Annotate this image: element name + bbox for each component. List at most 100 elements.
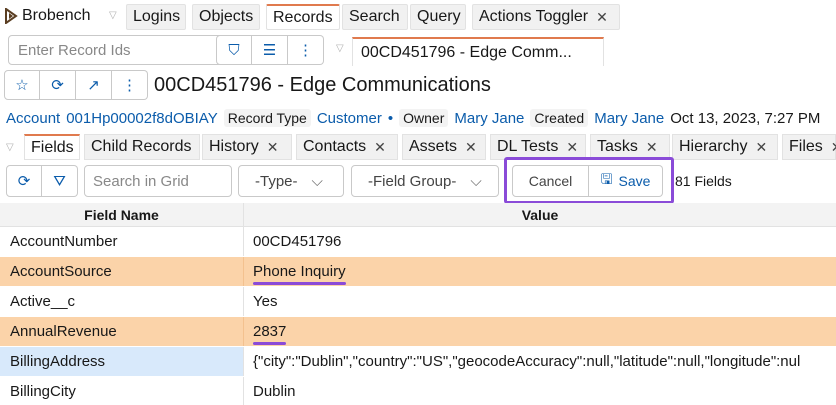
object-link[interactable]: Account — [6, 110, 60, 127]
value-cell[interactable]: Dublin — [244, 377, 836, 405]
field-name-cell[interactable]: AnnualRevenue — [0, 317, 244, 346]
list-button[interactable]: ☰ — [252, 35, 288, 65]
more-vertical-icon: ⋮ — [122, 77, 137, 94]
modified-value: 2837 — [253, 323, 287, 345]
tab-files[interactable]: Files ✕ — [782, 134, 836, 160]
bookmark-button[interactable]: ⛉ — [216, 35, 252, 65]
more-button[interactable]: ⋮ — [112, 70, 148, 100]
tab-label: Actions Toggler — [479, 8, 589, 25]
record-title: 00CD451796 - Edge Communications — [154, 74, 491, 96]
table-row[interactable]: BillingAddress {"city":"Dublin","country… — [0, 347, 836, 377]
chevron-down-icon: ⌵ — [470, 172, 482, 190]
close-icon[interactable]: ✕ — [596, 9, 608, 26]
tab-objects[interactable]: Objects — [192, 4, 260, 30]
brobench-logo-icon — [5, 8, 18, 24]
tab-fields[interactable]: Fields — [24, 134, 80, 160]
filter-icon: ⛛ — [53, 172, 66, 190]
save-label: Save — [618, 173, 651, 189]
record-meta: Account 001Hp00002f8dOBIAY Record Type C… — [6, 108, 820, 128]
brand[interactable]: Brobench — [4, 5, 91, 27]
value-cell[interactable]: 2837 — [244, 317, 836, 346]
field-count: 81 Fields — [675, 173, 732, 189]
field-name-cell[interactable]: Active__c — [0, 287, 244, 316]
record-id-link[interactable]: 001Hp00002f8dOBIAY — [66, 110, 218, 127]
field-name-cell[interactable]: AccountSource — [0, 257, 244, 286]
tab-child-records[interactable]: Child Records — [84, 134, 200, 160]
input-placeholder: Search in Grid — [93, 172, 189, 190]
bookmark-icon: ⛉ — [228, 41, 240, 59]
column-header-value[interactable]: Value — [244, 203, 836, 226]
save-button[interactable]: 🖫 Save — [589, 165, 663, 197]
tab-label: Logins — [133, 8, 181, 25]
table-row[interactable]: Active__c Yes — [0, 287, 836, 317]
close-icon[interactable]: ✕ — [755, 139, 767, 156]
value-cell[interactable]: 00CD451796 — [244, 227, 836, 256]
input-placeholder: Enter Record Ids — [18, 41, 131, 59]
column-header-field-name[interactable]: Field Name — [0, 203, 244, 226]
brand-name: Brobench — [22, 7, 91, 24]
table-row[interactable]: AccountSource Phone Inquiry — [0, 257, 836, 287]
refresh-icon: ⟳ — [51, 77, 64, 94]
grid-search-input[interactable]: Search in Grid — [84, 165, 232, 197]
value-cell[interactable]: Yes — [244, 287, 836, 316]
chevron-down-icon[interactable]: ▽ — [6, 142, 14, 153]
field-name-cell[interactable]: BillingAddress — [0, 347, 244, 376]
tab-assets[interactable]: Assets ✕ — [402, 134, 486, 160]
tab-label: Child Records — [91, 138, 192, 155]
record-actions-group: ⛉ ☰ ⋮ — [216, 35, 324, 65]
tab-hierarchy[interactable]: Hierarchy ✕ — [672, 134, 778, 160]
cancel-button[interactable]: Cancel — [512, 165, 589, 197]
value-cell[interactable]: {"city":"Dublin","country":"US","geocode… — [244, 347, 836, 376]
tab-records[interactable]: Records — [266, 4, 340, 30]
close-icon[interactable]: ✕ — [267, 139, 279, 156]
refresh-button[interactable]: ⟳ — [40, 70, 76, 100]
tab-label: History — [209, 138, 259, 155]
grid-actions-group: ⟳ ⛛ — [6, 165, 78, 197]
open-external-button[interactable]: ↗ — [76, 70, 112, 100]
tab-query[interactable]: Query — [410, 4, 466, 30]
tab-label: Files — [789, 138, 823, 155]
separator-dot: • — [387, 109, 394, 127]
owner-link[interactable]: Mary Jane — [454, 110, 524, 127]
favorite-button[interactable]: ☆ — [4, 70, 40, 100]
field-name-cell[interactable]: BillingCity — [0, 377, 244, 405]
table-row[interactable]: AnnualRevenue 2837 — [0, 317, 836, 347]
close-icon[interactable]: ✕ — [831, 139, 836, 156]
select-value: -Field Group- — [368, 172, 457, 190]
tab-search[interactable]: Search — [342, 4, 408, 30]
created-at: Oct 13, 2023, 7:27 PM — [670, 109, 821, 127]
chevron-down-icon: ⌵ — [311, 172, 323, 190]
tab-label: Contacts — [303, 138, 367, 155]
filter-button[interactable]: ⛛ — [42, 165, 78, 197]
value-cell[interactable]: Phone Inquiry — [244, 257, 836, 286]
field-name-cell[interactable]: AccountNumber — [0, 227, 244, 256]
chevron-down-icon[interactable]: ▽ — [109, 10, 117, 21]
tab-history[interactable]: History ✕ — [202, 134, 292, 160]
chevron-down-icon[interactable]: ▽ — [336, 43, 344, 54]
refresh-grid-button[interactable]: ⟳ — [6, 165, 42, 197]
tab-logins[interactable]: Logins — [126, 4, 186, 30]
record-type-link[interactable]: Customer — [317, 110, 382, 127]
table-row[interactable]: BillingCity Dublin — [0, 377, 836, 405]
owner-label: Owner — [399, 109, 449, 127]
close-icon[interactable]: ✕ — [566, 139, 578, 156]
tab-label: Assets — [409, 138, 458, 155]
more-button[interactable]: ⋮ — [288, 35, 324, 65]
record-ids-input[interactable]: Enter Record Ids — [8, 35, 234, 65]
created-by-link[interactable]: Mary Jane — [594, 110, 664, 127]
type-select[interactable]: -Type- ⌵ — [238, 165, 344, 197]
table-row[interactable]: AccountNumber 00CD451796 — [0, 227, 836, 257]
close-icon[interactable]: ✕ — [374, 139, 386, 156]
close-icon[interactable]: ✕ — [646, 139, 658, 156]
record-type-label: Record Type — [223, 109, 311, 127]
close-icon[interactable]: ✕ — [465, 139, 477, 156]
open-record-tab[interactable]: 00CD451796 - Edge Comm... — [352, 37, 604, 66]
grid-header: Field Name Value — [0, 203, 836, 227]
tab-label: Fields — [31, 138, 74, 156]
refresh-icon: ⟳ — [17, 173, 31, 190]
created-label: Created — [530, 109, 589, 127]
tab-contacts[interactable]: Contacts ✕ — [296, 134, 398, 160]
tab-actions-toggler[interactable]: Actions Toggler ✕ — [472, 4, 620, 30]
field-group-select[interactable]: -Field Group- ⌵ — [351, 165, 499, 197]
tab-label: Hierarchy — [679, 138, 748, 155]
